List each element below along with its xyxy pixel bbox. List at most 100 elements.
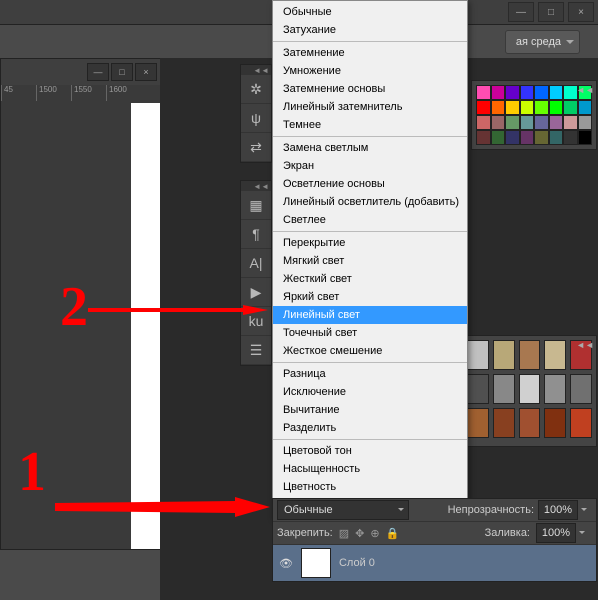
blend-mode-item[interactable]: Разница (273, 365, 467, 383)
blend-mode-item[interactable]: Замена светлым (273, 139, 467, 157)
swatch[interactable] (476, 85, 491, 100)
style-swatch[interactable] (493, 408, 515, 438)
swatch[interactable] (534, 115, 549, 130)
swatch[interactable] (520, 115, 535, 130)
style-swatch[interactable] (493, 340, 515, 370)
blend-mode-item[interactable]: Перекрытие (273, 234, 467, 252)
swatch[interactable] (578, 100, 593, 115)
style-swatch[interactable] (519, 374, 541, 404)
swatch[interactable] (491, 85, 506, 100)
blend-mode-item[interactable]: Мягкий свет (273, 252, 467, 270)
styles-collapse[interactable]: ◄◄ (576, 340, 594, 350)
layers-icon[interactable]: ☰ (241, 336, 271, 365)
swatch[interactable] (520, 100, 535, 115)
lock-pixels-icon[interactable]: ▨ (339, 527, 349, 540)
layer-name[interactable]: Слой 0 (339, 557, 375, 569)
blend-mode-item[interactable]: Цветность (273, 478, 467, 496)
blend-mode-item[interactable]: Темнее (273, 116, 467, 134)
blend-mode-item[interactable]: Цветовой тон (273, 442, 467, 460)
blend-mode-item[interactable]: Линейный затемнитель (273, 98, 467, 116)
blend-mode-item[interactable]: Умножение (273, 62, 467, 80)
blend-mode-item[interactable]: Линейный осветлитель (добавить) (273, 193, 467, 211)
opacity-value[interactable]: 100% (538, 500, 578, 520)
swatch[interactable] (476, 100, 491, 115)
doc-maximize-button[interactable]: □ (111, 63, 133, 81)
style-swatch[interactable] (570, 408, 592, 438)
character-icon[interactable]: A| (241, 249, 271, 278)
blend-mode-item[interactable]: Жесткий свет (273, 270, 467, 288)
swatch[interactable] (549, 100, 564, 115)
swatch[interactable] (563, 100, 578, 115)
blend-mode-item[interactable]: Линейный свет (273, 306, 467, 324)
swatch[interactable] (505, 130, 520, 145)
swatch[interactable] (505, 100, 520, 115)
doc-close-button[interactable]: × (135, 63, 157, 81)
blend-mode-item[interactable]: Затухание (273, 21, 467, 39)
swap-icon[interactable]: ⇄ (241, 133, 271, 162)
workspace-selector[interactable]: ая среда (505, 30, 580, 54)
visibility-icon[interactable]: 👁 (279, 557, 293, 570)
strip-collapse-2[interactable]: ◄◄ (241, 181, 271, 191)
blend-mode-item[interactable]: Насыщенность (273, 460, 467, 478)
style-swatch[interactable] (570, 374, 592, 404)
swatch[interactable] (534, 100, 549, 115)
swatch[interactable] (549, 85, 564, 100)
swatch[interactable] (491, 115, 506, 130)
swatch[interactable] (534, 130, 549, 145)
style-swatch[interactable] (493, 374, 515, 404)
layer-thumbnail[interactable] (301, 548, 331, 578)
style-swatch[interactable] (544, 374, 566, 404)
brush-icon[interactable]: ψ (241, 104, 271, 133)
swatch[interactable] (520, 85, 535, 100)
blend-mode-item[interactable]: Яркий свет (273, 288, 467, 306)
blend-mode-item[interactable]: Осветление основы (273, 175, 467, 193)
swatch[interactable] (534, 85, 549, 100)
blend-mode-item[interactable]: Разделить (273, 419, 467, 437)
blend-mode-item[interactable]: Затемнение (273, 44, 467, 62)
swatch[interactable] (505, 85, 520, 100)
blend-mode-item[interactable]: Обычные (273, 3, 467, 21)
swatch[interactable] (578, 115, 593, 130)
swatch[interactable] (476, 130, 491, 145)
lock-move-icon[interactable]: ⊕ (370, 527, 379, 540)
swatch[interactable] (549, 130, 564, 145)
swatch[interactable] (520, 130, 535, 145)
style-swatch[interactable] (544, 340, 566, 370)
layer-row[interactable]: 👁 Слой 0 (273, 544, 596, 581)
swatch[interactable] (549, 115, 564, 130)
blend-mode-item[interactable]: Исключение (273, 383, 467, 401)
style-swatch[interactable] (544, 408, 566, 438)
strip-collapse[interactable]: ◄◄ (241, 65, 271, 75)
blend-mode-item[interactable]: Жесткое смешение (273, 342, 467, 360)
swatch[interactable] (578, 130, 593, 145)
maximize-button[interactable]: □ (538, 2, 564, 22)
blend-mode-select[interactable]: Обычные (277, 500, 409, 520)
style-swatch[interactable] (467, 374, 489, 404)
swatch[interactable] (476, 115, 491, 130)
blend-mode-item[interactable]: Светлее (273, 211, 467, 229)
blend-mode-item[interactable]: Точечный свет (273, 324, 467, 342)
canvas[interactable] (131, 103, 161, 549)
properties-icon[interactable]: ▦ (241, 191, 271, 220)
swatch[interactable] (491, 100, 506, 115)
paragraph-icon[interactable]: ¶ (241, 220, 271, 249)
blend-mode-item[interactable]: Вычитание (273, 401, 467, 419)
swatch[interactable] (563, 130, 578, 145)
style-swatch[interactable] (519, 340, 541, 370)
swatch[interactable] (491, 130, 506, 145)
style-swatch[interactable] (519, 408, 541, 438)
doc-minimize-button[interactable]: — (87, 63, 109, 81)
blend-mode-item[interactable]: Экран (273, 157, 467, 175)
lock-position-icon[interactable]: ✥ (355, 527, 364, 540)
lock-all-icon[interactable]: 🔒 (386, 527, 400, 540)
navigator-icon[interactable]: ✲ (241, 75, 271, 104)
fill-value[interactable]: 100% (536, 523, 576, 543)
swatch[interactable] (563, 115, 578, 130)
swatches-collapse[interactable]: ◄◄ (576, 85, 594, 95)
style-swatch[interactable] (467, 340, 489, 370)
blend-mode-item[interactable]: Затемнение основы (273, 80, 467, 98)
style-swatch[interactable] (467, 408, 489, 438)
close-button[interactable]: × (568, 2, 594, 22)
minimize-button[interactable]: — (508, 2, 534, 22)
swatch[interactable] (505, 115, 520, 130)
